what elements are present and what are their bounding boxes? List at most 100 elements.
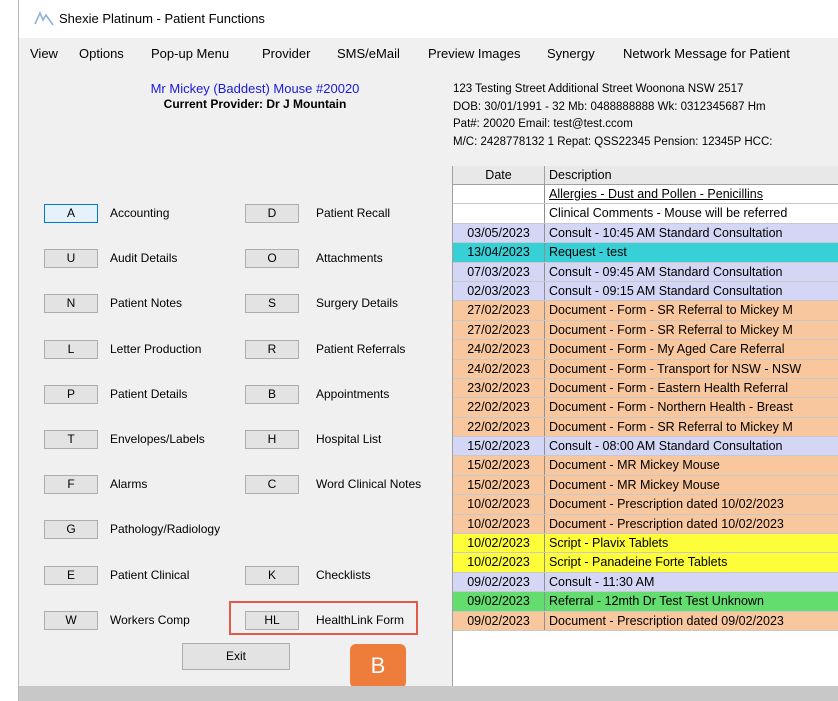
menu-sms-email[interactable]: SMS/eMail — [337, 46, 400, 61]
row-date: 27/02/2023 — [453, 320, 545, 340]
patient-details: 123 Testing Street Additional Street Woo… — [453, 81, 838, 151]
word-clinical-notes-button[interactable]: C — [245, 475, 299, 494]
patient-notes-label: Patient Notes — [110, 296, 183, 310]
accounting-button[interactable]: A — [44, 204, 98, 223]
table-row[interactable]: 24/02/2023 Document - Form - My Aged Care… — [453, 340, 838, 360]
attachments-label: Attachments — [316, 251, 383, 265]
exit-button[interactable]: Exit — [182, 643, 290, 670]
menu-provider[interactable]: Provider — [262, 46, 310, 61]
row-description: Script - Plavix Tablets — [549, 536, 669, 551]
table-row[interactable]: 15/02/2023 Document - MR Mickey Mouse — [453, 475, 838, 496]
table-row[interactable]: Clinical Comments - Mouse will be referr… — [453, 204, 838, 224]
alarms-button[interactable]: F — [44, 475, 98, 494]
row-date: 09/02/2023 — [453, 611, 545, 630]
patient-clinical-button[interactable]: E — [44, 566, 98, 585]
row-description: Consult - 08:00 AM Standard Consultation — [549, 439, 783, 454]
checklists-button[interactable]: K — [245, 566, 299, 585]
menu-bar: View Options Pop-up Menu Provider SMS/eM… — [19, 38, 838, 68]
row-date: 15/02/2023 — [453, 475, 545, 495]
table-row[interactable]: 09/02/2023 Document - Prescription dated … — [453, 611, 838, 631]
description-column-header[interactable]: Description — [549, 166, 612, 184]
table-row[interactable]: 23/02/2023 Document - Form - Eastern Heal… — [453, 378, 838, 399]
patient-history-table[interactable]: Date Description Allergies - Dust and Po… — [452, 166, 838, 701]
callout-badge: B — [350, 644, 406, 688]
app-logo-icon — [34, 11, 54, 26]
patient-referrals-button[interactable]: R — [245, 340, 299, 359]
accounting-label: Accounting — [110, 206, 170, 220]
pathology-radiology-button[interactable]: G — [44, 520, 98, 539]
row-date: 13/04/2023 — [453, 243, 545, 262]
envelopes-labels-button[interactable]: T — [44, 430, 98, 449]
row-description: Document - Form - SR Referral to Mickey … — [549, 322, 793, 337]
row-description: Referral - 12mth Dr Test Test Unknown — [549, 594, 764, 609]
row-description: Document - Prescription dated 09/02/2023 — [549, 613, 784, 628]
letter-production-label: Letter Production — [110, 342, 202, 356]
table-row[interactable]: 10/02/2023 Document - Prescription dated … — [453, 514, 838, 535]
row-description: Document - Form - SR Referral to Mickey … — [549, 419, 793, 434]
table-row[interactable]: 22/02/2023 Document - Form - SR Referral … — [453, 417, 838, 438]
table-row[interactable]: 07/03/2023 Consult - 09:45 AM Standard Co… — [453, 262, 838, 282]
surgery-details-button[interactable]: S — [245, 294, 299, 313]
patient-referrals-label: Patient Referrals — [316, 342, 406, 356]
row-description: Document - MR Mickey Mouse — [549, 477, 720, 492]
window-title: Shexie Platinum - Patient Functions — [59, 11, 265, 26]
menu-options[interactable]: Options — [79, 46, 124, 61]
row-date: 15/02/2023 — [453, 437, 545, 456]
row-date: 10/02/2023 — [453, 553, 545, 572]
table-row[interactable]: 22/02/2023 Document - Form - Northern Hea… — [453, 398, 838, 418]
audit-details-button[interactable]: U — [44, 249, 98, 268]
menu-view[interactable]: View — [30, 46, 58, 61]
table-row[interactable]: 13/04/2023 Request - test — [453, 243, 838, 263]
table-header: Date Description — [453, 166, 838, 185]
patient-functions-window: Shexie Platinum - Patient Functions View… — [18, 0, 838, 701]
row-date: 23/02/2023 — [453, 378, 545, 398]
current-provider: Current Provider: Dr J Mountain — [163, 97, 347, 111]
row-date: 09/02/2023 — [453, 572, 545, 592]
appointments-button[interactable]: B — [245, 385, 299, 404]
row-date — [453, 185, 545, 204]
table-row[interactable]: 10/02/2023 Script - Panadeine Forte Table… — [453, 553, 838, 573]
patient-notes-button[interactable]: N — [44, 294, 98, 313]
letter-production-button[interactable]: L — [44, 340, 98, 359]
menu-popup-menu[interactable]: Pop-up Menu — [151, 46, 229, 61]
row-date: 10/02/2023 — [453, 495, 545, 514]
patient-address: 123 Testing Street Additional Street Woo… — [453, 83, 744, 95]
row-description: Consult - 09:45 AM Standard Consultation — [549, 264, 783, 279]
row-date: 15/02/2023 — [453, 456, 545, 475]
patient-recall-label: Patient Recall — [316, 206, 391, 220]
table-row[interactable]: 15/02/2023 Consult - 08:00 AM Standard Co… — [453, 437, 838, 457]
row-date — [453, 204, 545, 223]
hospital-list-button[interactable]: H — [245, 430, 299, 449]
patient-recall-button[interactable]: D — [245, 204, 299, 223]
table-row[interactable]: 09/02/2023 Referral - 12mth Dr Test Test … — [453, 592, 838, 612]
attachments-button[interactable]: O — [245, 249, 299, 268]
table-row[interactable]: 02/03/2023 Consult - 09:15 AM Standard Co… — [453, 281, 838, 302]
healthlink-highlight-box — [229, 601, 418, 635]
menu-network-message[interactable]: Network Message for Patient — [623, 46, 790, 61]
menu-preview-images[interactable]: Preview Images — [428, 46, 520, 61]
row-date: 24/02/2023 — [453, 359, 545, 378]
patient-dob-phones: DOB: 30/01/1991 - 32 Mb: 0488888888 Wk: … — [453, 100, 766, 113]
table-row[interactable]: 27/02/2023 Document - Form - SR Referral … — [453, 320, 838, 341]
table-row[interactable]: Allergies - Dust and Pollen - Penicillin… — [453, 185, 838, 205]
table-row[interactable]: 24/02/2023 Document - Form - Transport fo… — [453, 359, 838, 379]
table-row[interactable]: 03/05/2023 Consult - 10:45 AM Standard Co… — [453, 223, 838, 244]
table-row[interactable]: 10/02/2023 Document - Prescription dated … — [453, 495, 838, 515]
date-column-header[interactable]: Date — [453, 166, 545, 184]
title-bar: Shexie Platinum - Patient Functions — [19, 0, 838, 38]
menu-synergy[interactable]: Synergy — [547, 46, 595, 61]
table-row[interactable]: 27/02/2023 Document - Form - SR Referral … — [453, 301, 838, 321]
row-description: Document - Form - Eastern Health Referra… — [549, 380, 788, 395]
row-date: 09/02/2023 — [453, 592, 545, 611]
workers-comp-label: Workers Comp — [110, 613, 190, 627]
audit-details-label: Audit Details — [110, 251, 178, 265]
patient-name: Mr Mickey (Baddest) Mouse #20020 — [150, 81, 360, 96]
row-date: 07/03/2023 — [453, 262, 545, 281]
table-row[interactable]: 15/02/2023 Document - MR Mickey Mouse — [453, 456, 838, 476]
table-row[interactable]: 09/02/2023 Consult - 11:30 AM — [453, 572, 838, 593]
table-row[interactable]: 10/02/2023 Script - Plavix Tablets — [453, 534, 838, 554]
patient-details-button[interactable]: P — [44, 385, 98, 404]
row-description: Script - Panadeine Forte Tablets — [549, 555, 728, 570]
workers-comp-button[interactable]: W — [44, 611, 98, 630]
row-description: Document - Prescription dated 10/02/2023 — [549, 516, 784, 531]
